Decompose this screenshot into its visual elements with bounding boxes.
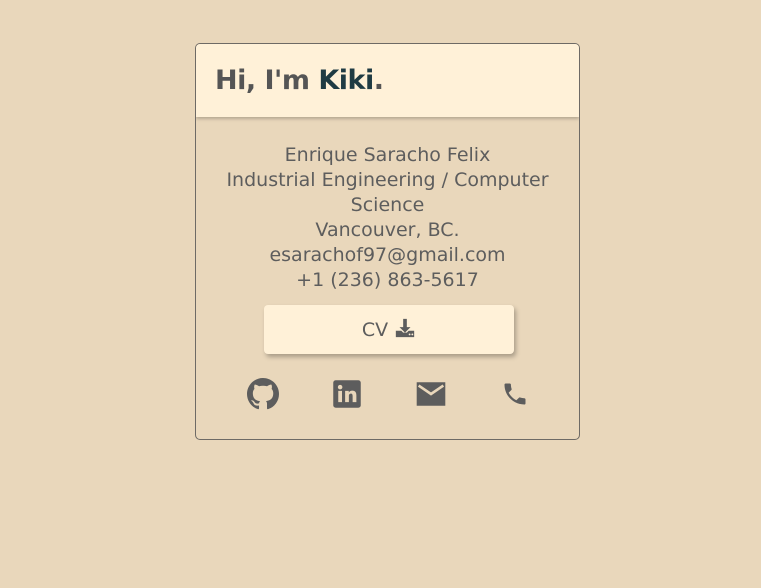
- phone-number: +1 (236) 863-5617: [296, 269, 479, 291]
- cv-button-label: CV: [361, 318, 389, 341]
- contact-info: Enrique Saracho Felix Industrial Enginee…: [196, 143, 579, 293]
- cv-download-button[interactable]: CV: [264, 305, 514, 354]
- linkedin-icon: [332, 379, 362, 413]
- full-name: Enrique Saracho Felix: [284, 144, 491, 166]
- field-of-study-line2: Science: [350, 194, 425, 216]
- github-icon: [247, 378, 279, 414]
- field-of-study-line1: Industrial Engineering / Computer: [226, 169, 549, 191]
- phone-link[interactable]: [498, 379, 532, 413]
- email-link[interactable]: [414, 379, 448, 413]
- mail-icon: [415, 381, 447, 411]
- greeting-prefix: Hi, I'm: [215, 65, 319, 96]
- social-links: [196, 378, 579, 414]
- phone-icon: [501, 380, 529, 412]
- github-link[interactable]: [246, 378, 280, 414]
- location: Vancouver, BC.: [315, 219, 460, 241]
- profile-card: Hi, I'm Kiki. Enrique Saracho Felix Indu…: [195, 43, 580, 440]
- download-icon: [394, 317, 416, 339]
- linkedin-link[interactable]: [330, 379, 364, 413]
- nickname: Kiki: [318, 65, 374, 96]
- card-header: Hi, I'm Kiki.: [196, 44, 579, 117]
- email-address: esarachof97@gmail.com: [269, 244, 506, 266]
- greeting-heading: Hi, I'm Kiki.: [215, 65, 384, 96]
- greeting-suffix: .: [373, 65, 384, 96]
